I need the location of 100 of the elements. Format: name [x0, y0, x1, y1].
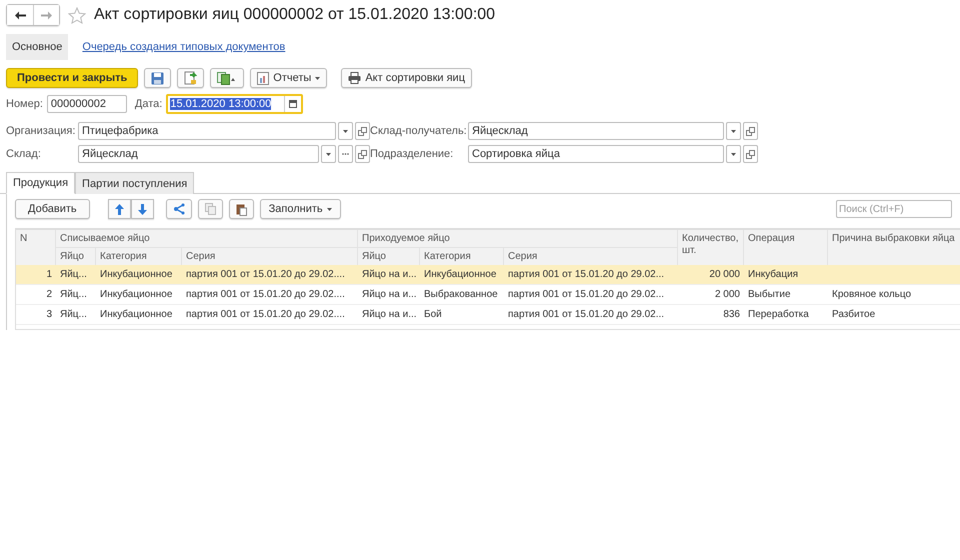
- column-header[interactable]: Количество, шт.: [678, 230, 744, 265]
- select-field[interactable]: Яйцесклад: [468, 122, 724, 140]
- column-header[interactable]: Причина выбраковки яйца: [828, 230, 960, 265]
- table-cell: 2 000: [678, 285, 744, 305]
- forward-arrow-icon: [41, 10, 52, 20]
- dropdown-caret-icon: [731, 130, 736, 132]
- column-header[interactable]: Категория: [96, 248, 182, 265]
- table-cell: партия 001 от 15.01.20 до 29.02....: [182, 285, 358, 305]
- open-button[interactable]: [355, 145, 370, 163]
- column-header[interactable]: Категория: [420, 248, 504, 265]
- table-cell: Переработка: [744, 305, 828, 325]
- open-button[interactable]: [743, 122, 758, 140]
- table-cell: Выбытие: [744, 285, 828, 305]
- table-cell: Яйц...: [56, 285, 96, 305]
- table-cell: Яйцо на и...: [358, 285, 420, 305]
- table-cell: партия 001 от 15.01.20 до 29.02...: [504, 265, 678, 285]
- print-button[interactable]: Акт сортировки яиц: [341, 68, 472, 88]
- section-tab[interactable]: Основное: [6, 34, 68, 60]
- save-button[interactable]: [144, 68, 172, 88]
- table-cell: партия 001 от 15.01.20 до 29.02....: [182, 305, 358, 325]
- clipboard-icon: [236, 202, 247, 216]
- documents-icon: [217, 72, 238, 84]
- dropdown-caret-icon: [343, 130, 348, 132]
- move-down-button[interactable]: [130, 199, 154, 219]
- field-label: Склад:: [6, 148, 42, 160]
- dropdown-caret-icon: [326, 152, 331, 156]
- table-cell: 836: [678, 305, 744, 325]
- branch-icon: [172, 203, 185, 215]
- section-link[interactable]: Очередь создания типовых документов: [76, 34, 292, 60]
- copy-icon: [204, 203, 216, 215]
- column-header[interactable]: Яйцо: [358, 248, 420, 265]
- fill-button[interactable]: Заполнить: [260, 199, 341, 219]
- open-window-icon: [358, 126, 367, 136]
- open-window-icon: [746, 126, 755, 136]
- number-label: Номер:: [6, 98, 43, 110]
- post-button[interactable]: [177, 68, 204, 88]
- dropdown-button[interactable]: [338, 122, 353, 140]
- open-button[interactable]: [743, 145, 758, 163]
- printer-icon: [348, 72, 362, 84]
- post-and-close-button[interactable]: Провести и закрыть: [6, 68, 138, 88]
- table-cell: Яйцо на и...: [358, 265, 420, 285]
- open-window-icon: [358, 150, 367, 158]
- table-cell: Бой: [420, 305, 504, 325]
- table-cell: Яйцо на и...: [358, 305, 420, 325]
- table-cell: 1: [16, 265, 56, 285]
- down-arrow-icon: [138, 204, 147, 214]
- dropdown-caret-icon: [315, 76, 320, 80]
- table-cell: 3: [16, 305, 56, 325]
- column-header[interactable]: Яйцо: [56, 248, 96, 265]
- table-cell: Инкубационное: [96, 305, 182, 325]
- table-cell: 2: [16, 285, 56, 305]
- column-header[interactable]: Серия: [182, 248, 358, 265]
- star-icon[interactable]: [68, 6, 86, 24]
- report-icon: [257, 72, 270, 84]
- column-header[interactable]: Серия: [504, 248, 678, 265]
- column-header[interactable]: N: [16, 230, 56, 265]
- field-label: Склад-получатель:: [370, 125, 468, 137]
- select-field[interactable]: Яйцесклад: [78, 145, 319, 163]
- table-cell: Инкубация: [744, 265, 828, 285]
- reports-button[interactable]: Отчеты: [250, 68, 328, 88]
- table-cell: Выбракованное: [420, 285, 504, 305]
- date-label: Дата:: [134, 98, 162, 110]
- table-cell: партия 001 от 15.01.20 до 29.02...: [504, 285, 678, 305]
- column-header[interactable]: Операция: [744, 230, 828, 265]
- open-button[interactable]: [355, 122, 370, 140]
- table-cell: Яйц...: [56, 265, 96, 285]
- dropdown-button[interactable]: [726, 122, 741, 140]
- move-up-button[interactable]: [108, 199, 131, 219]
- dropdown-caret-icon: [731, 152, 736, 156]
- date-field[interactable]: 15.01.2020 13:00:00: [166, 94, 304, 114]
- back-button[interactable]: [7, 5, 33, 25]
- table-cell: Инкубационное: [420, 265, 504, 285]
- up-arrow-icon: [114, 204, 124, 214]
- field-label: Организация:: [6, 125, 76, 137]
- dropdown-button[interactable]: [726, 145, 741, 163]
- share-button[interactable]: [166, 199, 192, 219]
- table-cell: партия 001 от 15.01.20 до 29.02...: [504, 305, 678, 325]
- select-field[interactable]: Сортировка яйца: [468, 145, 724, 163]
- column-group-header: Списываемое яйцо: [56, 230, 358, 248]
- back-arrow-icon: [14, 10, 26, 20]
- column-group-header: Приходуемое яйцо: [358, 230, 678, 248]
- search-field[interactable]: Поиск (Ctrl+F): [836, 200, 952, 218]
- open-window-icon: [746, 150, 755, 158]
- table-cell: партия 001 от 15.01.20 до 29.02....: [182, 265, 358, 285]
- table-cell: Кровяное кольцо: [828, 285, 960, 305]
- dropdown-caret-icon: [326, 208, 332, 210]
- field-label: Подразделение:: [370, 148, 454, 160]
- add-button[interactable]: Добавить: [15, 199, 90, 219]
- table-cell: 20 000: [678, 265, 744, 285]
- table-cell: Яйц...: [56, 305, 96, 325]
- window-title: Акт сортировки яиц 000000002 от 15.01.2020 13:00:00: [94, 6, 496, 24]
- tab[interactable]: Продукция: [6, 172, 76, 194]
- tab[interactable]: Партии поступления: [75, 172, 194, 194]
- number-field[interactable]: 000000002: [46, 95, 127, 113]
- table-cell: Инкубационное: [96, 265, 182, 285]
- paste-button[interactable]: [228, 199, 254, 219]
- create-based-on-button[interactable]: [210, 68, 244, 88]
- select-field[interactable]: Птицефабрика: [78, 122, 336, 140]
- dropdown-button[interactable]: [321, 145, 336, 163]
- calendar-icon: [289, 100, 298, 108]
